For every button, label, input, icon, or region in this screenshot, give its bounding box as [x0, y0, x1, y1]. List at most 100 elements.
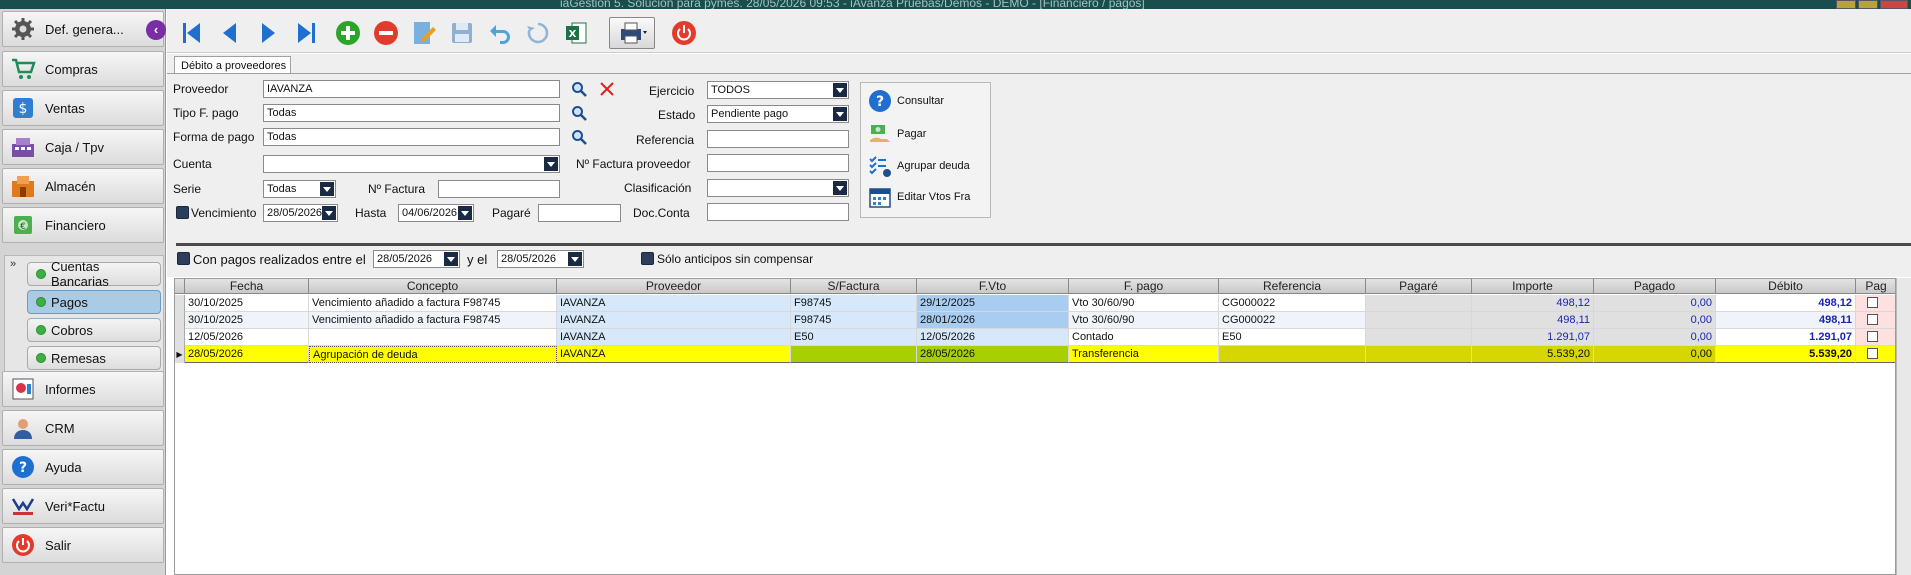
- pagos-grid: Fecha Concepto Proveedor S/Factura F.Vto…: [174, 278, 1896, 575]
- serie-select[interactable]: Todas: [263, 180, 336, 198]
- sidebar-item-almacen[interactable]: Almacén: [2, 168, 164, 204]
- pagos-realizados-checkbox[interactable]: [177, 252, 190, 265]
- pagare-input[interactable]: [538, 204, 621, 222]
- column-header-pag[interactable]: Pag: [1856, 279, 1895, 294]
- cell-fvto: 28/05/2026: [917, 346, 1069, 363]
- close-window-button[interactable]: [1880, 0, 1908, 9]
- chevron-down-icon: [458, 206, 472, 220]
- grid-scrollbar[interactable]: [1896, 278, 1911, 575]
- sidebar-item-caja-tpv[interactable]: Caja / Tpv: [2, 129, 164, 165]
- nfactura-proveedor-label: Nº Factura proveedor: [576, 157, 691, 171]
- add-record-icon[interactable]: [333, 18, 363, 48]
- pag-checkbox[interactable]: [1867, 314, 1878, 325]
- last-record-icon[interactable]: [291, 18, 321, 48]
- hasta-date[interactable]: 04/06/2026: [398, 204, 474, 222]
- first-record-icon[interactable]: [177, 18, 207, 48]
- delete-record-icon[interactable]: [371, 18, 401, 48]
- collapse-sidebar-button[interactable]: ‹: [146, 20, 166, 40]
- anticipos-checkbox[interactable]: [641, 252, 654, 265]
- save-icon[interactable]: [447, 18, 477, 48]
- undo-icon[interactable]: [485, 18, 515, 48]
- row-indicator-header: [175, 279, 185, 294]
- nfactura-proveedor-input[interactable]: [707, 154, 849, 172]
- column-header-debito[interactable]: Débito: [1716, 279, 1856, 294]
- print-button[interactable]: [609, 17, 655, 49]
- search-forma-pago-icon[interactable]: [571, 129, 587, 145]
- excel-export-icon[interactable]: X: [561, 18, 591, 48]
- submenu-item-pagos[interactable]: Pagos: [27, 290, 161, 314]
- cell-debito: 498,12: [1716, 295, 1856, 312]
- editar-vtos-fra-button[interactable]: Editar Vtos Fra: [867, 184, 970, 210]
- proveedor-input[interactable]: IAVANZA: [263, 80, 560, 98]
- referencia-input[interactable]: [707, 130, 849, 148]
- cell-proveedor: IAVANZA: [557, 295, 791, 312]
- pag-checkbox[interactable]: [1867, 331, 1878, 342]
- sidebar: Def. genera... ‹ Compras $ Ventas Caja /…: [0, 9, 166, 575]
- tipo-fpago-input[interactable]: Todas: [263, 104, 560, 122]
- cell-fecha: 30/10/2025: [185, 312, 309, 329]
- pagar-button[interactable]: Pagar: [867, 121, 926, 147]
- column-header-concepto[interactable]: Concepto: [309, 279, 557, 294]
- sidebar-item-compras[interactable]: Compras: [2, 51, 164, 87]
- column-header-importe[interactable]: Importe: [1472, 279, 1594, 294]
- vencimiento-date[interactable]: 28/05/2026: [263, 204, 338, 222]
- edit-icon[interactable]: [409, 18, 439, 48]
- sidebar-item-informes[interactable]: Informes: [2, 371, 164, 407]
- table-row[interactable]: 30/10/2025 Vencimiento añadido a factura…: [175, 312, 1895, 329]
- exit-power-icon[interactable]: [669, 18, 699, 48]
- submenu-item-remesas[interactable]: Remesas: [27, 346, 161, 370]
- nfactura-input[interactable]: [438, 180, 560, 198]
- submenu-item-cuentas-bancarias[interactable]: Cuentas Bancarias: [27, 259, 161, 289]
- submenu-item-cobros[interactable]: Cobros: [27, 318, 161, 342]
- chevron-down-icon: [833, 83, 847, 97]
- search-tipo-fpago-icon[interactable]: [571, 105, 587, 121]
- search-proveedor-icon[interactable]: [571, 81, 587, 97]
- column-header-proveedor[interactable]: Proveedor: [557, 279, 791, 294]
- sidebar-item-salir[interactable]: Salir: [2, 527, 164, 563]
- ejercicio-select[interactable]: TODOS: [707, 81, 849, 99]
- maximize-button[interactable]: [1858, 0, 1878, 9]
- column-header-fpago[interactable]: F. pago: [1069, 279, 1219, 294]
- clear-proveedor-icon[interactable]: [599, 81, 615, 97]
- next-record-icon[interactable]: [253, 18, 283, 48]
- pag-checkbox[interactable]: [1867, 297, 1878, 308]
- sidebar-item-verifactu[interactable]: Veri*Factu: [2, 488, 164, 524]
- previous-record-icon[interactable]: [215, 18, 245, 48]
- gear-icon: [9, 15, 37, 43]
- forma-pago-input[interactable]: Todas: [263, 128, 560, 146]
- column-header-sfactura[interactable]: S/Factura: [791, 279, 917, 294]
- column-header-fecha[interactable]: Fecha: [185, 279, 309, 294]
- cell-importe: 498,12: [1472, 295, 1594, 312]
- docconta-input[interactable]: [707, 203, 849, 221]
- vencimiento-checkbox[interactable]: [176, 206, 189, 219]
- estado-select[interactable]: Pendiente pago: [707, 105, 849, 123]
- clasificacion-select[interactable]: [707, 179, 849, 197]
- table-row-selected[interactable]: ▶ 28/05/2026 Agrupación de deuda IAVANZA…: [175, 346, 1895, 363]
- cuenta-select[interactable]: [263, 155, 560, 173]
- cell-pagare: [1366, 346, 1472, 363]
- sidebar-item-crm[interactable]: CRM: [2, 410, 164, 446]
- cell-proveedor: IAVANZA: [557, 312, 791, 329]
- chevron-down-icon: [322, 206, 336, 220]
- cell-pagare: [1366, 312, 1472, 329]
- green-dot-icon: [36, 353, 46, 363]
- expand-chevron-icon[interactable]: »: [10, 258, 16, 270]
- column-header-pagare[interactable]: Pagaré: [1366, 279, 1472, 294]
- sidebar-item-ventas[interactable]: $ Ventas: [2, 90, 164, 126]
- consultar-button[interactable]: ? Consultar: [867, 88, 944, 114]
- table-row[interactable]: 30/10/2025 Vencimiento añadido a factura…: [175, 295, 1895, 312]
- refresh-icon[interactable]: [523, 18, 553, 48]
- minimize-button[interactable]: [1836, 0, 1856, 9]
- pagos-desde-date[interactable]: 28/05/2026: [373, 250, 460, 268]
- money-icon: €: [9, 211, 37, 239]
- column-header-fvto[interactable]: F.Vto: [917, 279, 1069, 294]
- column-header-pagado[interactable]: Pagado: [1594, 279, 1716, 294]
- sidebar-item-ayuda[interactable]: ? Ayuda: [2, 449, 164, 485]
- pagos-hasta-date[interactable]: 28/05/2026: [497, 250, 584, 268]
- column-header-referencia[interactable]: Referencia: [1219, 279, 1366, 294]
- table-row[interactable]: 12/05/2026 IAVANZA E50 12/05/2026 Contad…: [175, 329, 1895, 346]
- pag-checkbox[interactable]: [1867, 348, 1878, 359]
- sidebar-item-financiero[interactable]: € Financiero: [2, 207, 164, 243]
- agrupar-deuda-button[interactable]: Agrupar deuda: [867, 153, 970, 179]
- sidebar-item-def-general[interactable]: Def. genera...: [2, 11, 164, 47]
